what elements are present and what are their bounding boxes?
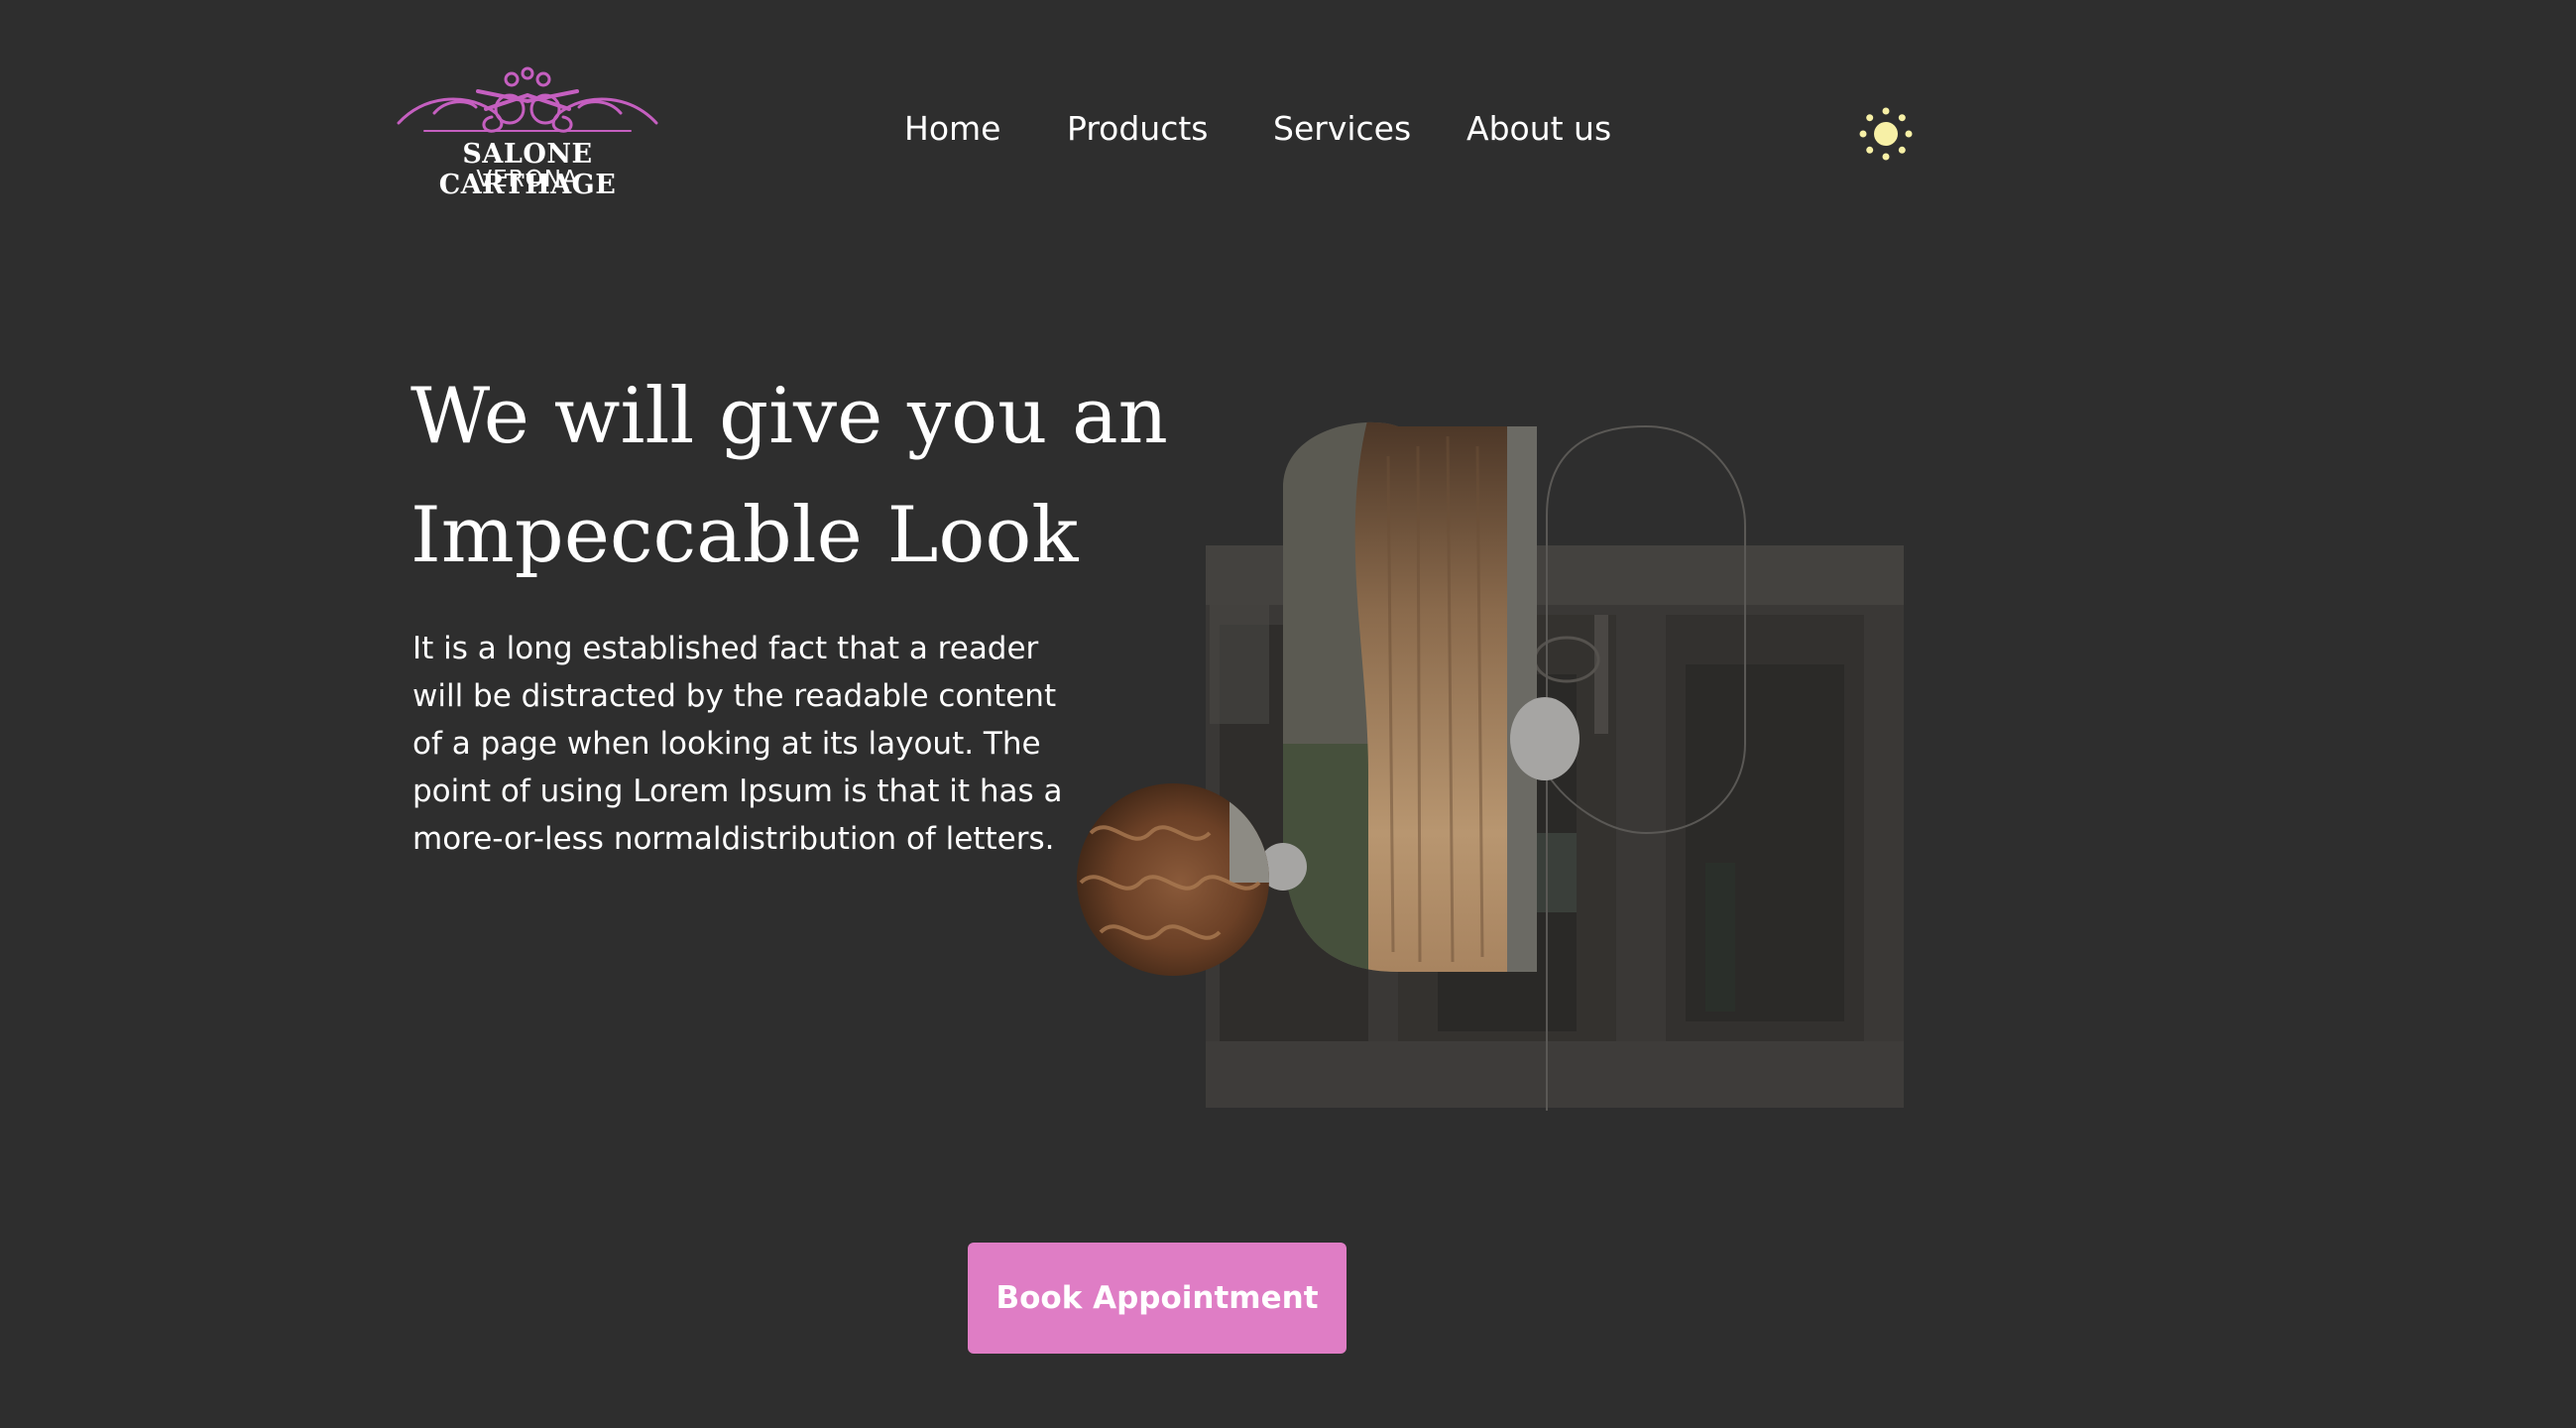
scissors-ornament-icon	[397, 66, 658, 133]
hero-image-collage	[1071, 416, 1924, 1111]
nav-products[interactable]: Products	[1067, 109, 1209, 148]
hero-description: It is a long established fact that a rea…	[412, 631, 1063, 857]
hero-title: We will give you an Impeccable Look	[410, 357, 1168, 595]
page: SALONE CARTHAGE VERONA Home Products Ser…	[0, 0, 2576, 1428]
theme-toggle-button[interactable]	[1858, 106, 1914, 162]
hero-title-line1: We will give you an	[410, 372, 1168, 461]
nav-services[interactable]: Services	[1273, 109, 1411, 148]
nav-about-us[interactable]: About us	[1466, 109, 1611, 148]
brand-city: VERONA	[476, 167, 579, 192]
brand-logo[interactable]: SALONE CARTHAGE VERONA	[395, 65, 660, 200]
hero-title-line2: Impeccable Look	[410, 491, 1079, 580]
sun-icon	[1859, 107, 1913, 161]
book-appointment-button[interactable]: Book Appointment	[968, 1243, 1347, 1354]
nav-home[interactable]: Home	[904, 109, 1000, 148]
long-straight-hair-image	[1283, 421, 1537, 972]
decorative-dot	[1510, 697, 1580, 780]
